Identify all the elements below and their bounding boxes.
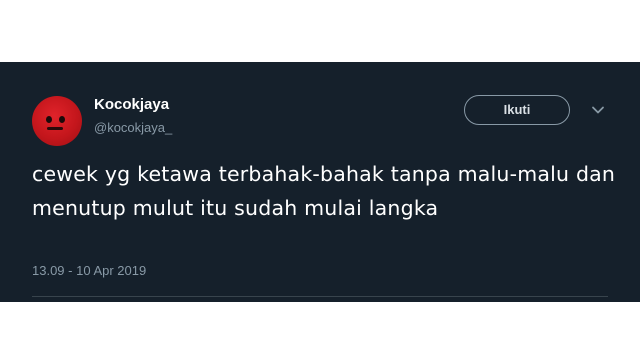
author-display-name[interactable]: Kocokjaya [94,96,169,113]
chevron-down-icon[interactable] [590,102,606,118]
divider [32,296,608,297]
avatar-eye-left [46,116,52,123]
tweet-card: Kocokjaya @kocokjaya_ Ikuti cewek yg ket… [0,62,640,302]
avatar-eye-right [59,116,65,123]
tweet-timestamp[interactable]: 13.09 - 10 Apr 2019 [32,263,146,278]
avatar[interactable] [32,96,82,146]
tweet-text: cewek yg ketawa terbahak-bahak tanpa mal… [32,162,616,220]
author-handle[interactable]: @kocokjaya_ [94,120,172,135]
follow-button[interactable]: Ikuti [464,95,570,125]
avatar-mouth [47,127,63,130]
